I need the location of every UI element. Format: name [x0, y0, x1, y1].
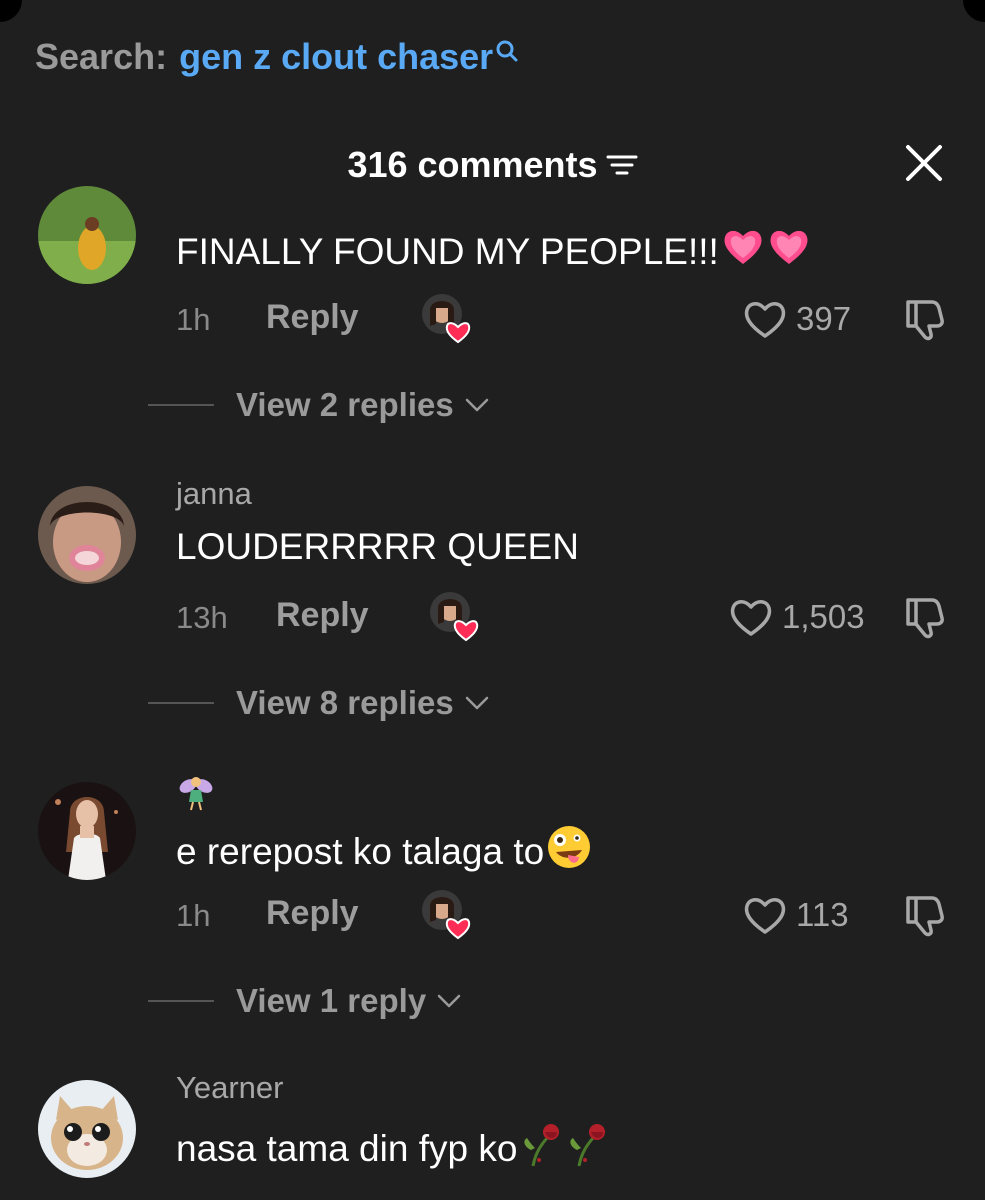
like-count: 1,503: [782, 598, 865, 635]
comment-time: 1h: [176, 302, 211, 337]
like-button[interactable]: 113: [742, 894, 849, 936]
comment-time: 13h: [176, 600, 228, 635]
like-count: 113: [796, 896, 849, 933]
filter-icon[interactable]: [606, 152, 638, 178]
avatar[interactable]: [38, 782, 136, 880]
top-left-corner: [0, 0, 22, 22]
divider: [148, 702, 214, 704]
avatar[interactable]: [38, 486, 136, 584]
chevron-down-icon: [437, 994, 461, 1008]
divider: [148, 404, 214, 406]
pink-heart-emoji-icon: [767, 226, 811, 277]
view-replies-button[interactable]: View 8 replies: [148, 684, 490, 722]
wilted-rose-emoji-icon: [519, 1120, 563, 1177]
creator-liked-badge-icon: [422, 294, 471, 344]
comments-count[interactable]: 316 comments: [347, 144, 638, 186]
comment-text: FINALLY FOUND MY PEOPLE!!!: [176, 226, 811, 277]
view-replies-button[interactable]: View 2 replies: [148, 386, 490, 424]
comment-text: LOUDERRRRR QUEEN: [176, 526, 579, 567]
reply-button[interactable]: Reply: [276, 596, 369, 635]
creator-liked-badge-icon: [430, 592, 479, 642]
dislike-icon[interactable]: [902, 892, 948, 938]
search-query[interactable]: gen z clout chaser: [179, 36, 493, 78]
comment-username[interactable]: janna: [176, 476, 252, 512]
comment-text: e rerepost ko talaga to: [176, 824, 592, 879]
pink-heart-emoji-icon: [721, 226, 765, 277]
fairy-emoji-icon: [176, 777, 216, 819]
dislike-icon[interactable]: [902, 594, 948, 640]
chevron-down-icon: [465, 398, 488, 412]
view-replies-label: View 1 reply: [236, 982, 427, 1019]
heart-outline-icon: [744, 898, 786, 934]
top-right-corner: [963, 0, 985, 22]
creator-liked-badge-icon: [422, 890, 471, 940]
comment-username[interactable]: [176, 772, 216, 820]
wilted-rose-emoji-icon: [565, 1120, 609, 1177]
like-button[interactable]: 397: [742, 298, 851, 340]
comments-count-label: 316 comments: [347, 144, 598, 185]
zany-face-emoji-icon: [546, 824, 592, 879]
comment-time: 1h: [176, 898, 211, 933]
dislike-icon[interactable]: [902, 296, 948, 342]
comments-header: 316 comments: [0, 142, 985, 188]
reply-button[interactable]: Reply: [266, 298, 359, 337]
comment-actions: 13h Reply 1,503: [176, 592, 985, 642]
view-replies-label: View 8 replies: [236, 684, 454, 721]
chevron-down-icon: [465, 696, 488, 710]
reply-button[interactable]: Reply: [266, 894, 359, 933]
like-count: 397: [796, 300, 852, 337]
comment-text: nasa tama din fyp ko: [176, 1120, 609, 1177]
heart-outline-icon: [730, 600, 772, 636]
close-icon[interactable]: [905, 144, 943, 182]
divider: [148, 1000, 214, 1002]
like-button[interactable]: 1,503: [728, 596, 865, 638]
search-icon[interactable]: [494, 38, 520, 64]
comment-username[interactable]: Yearner: [176, 1070, 283, 1106]
avatar[interactable]: [38, 186, 136, 284]
comment-actions: 1h Reply 113: [176, 890, 985, 940]
heart-outline-icon: [744, 302, 786, 338]
avatar[interactable]: [38, 1080, 136, 1178]
view-replies-label: View 2 replies: [236, 386, 454, 423]
comment-actions: 1h Reply 397: [176, 294, 985, 344]
search-bar[interactable]: Search: gen z clout chaser: [35, 36, 520, 78]
view-replies-button[interactable]: View 1 reply: [148, 982, 462, 1020]
search-label: Search:: [35, 36, 168, 77]
